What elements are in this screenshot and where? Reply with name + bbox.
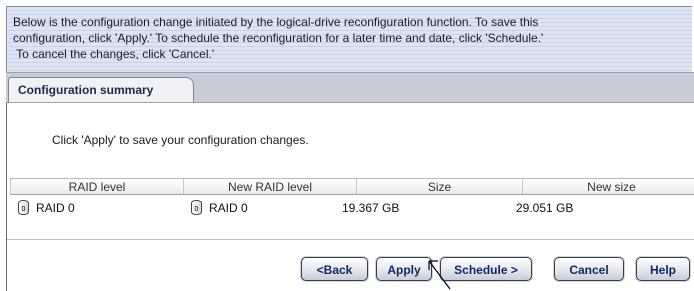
raid-icon-label: 0: [194, 206, 199, 213]
column-header-raid-level[interactable]: RAID level: [10, 178, 183, 195]
info-line: To cancel the changes, click 'Cancel.': [13, 47, 215, 61]
cancel-button[interactable]: Cancel: [554, 257, 624, 281]
back-button[interactable]: <Back: [301, 257, 368, 281]
mouse-pointer-icon: [428, 260, 451, 290]
divider: [7, 239, 694, 240]
raid-icon-label: 0: [21, 206, 26, 213]
tab-configuration-summary[interactable]: Configuration summary: [8, 77, 194, 103]
column-header-new-size[interactable]: New size: [522, 178, 694, 195]
cell-raid-level: RAID 0: [36, 201, 75, 215]
cell-size: 19.367 GB: [342, 201, 400, 215]
disk-drive-icon: 0: [18, 200, 29, 215]
schedule-button[interactable]: Schedule >: [440, 257, 532, 281]
table-header: RAID level New RAID level Size New size: [10, 178, 694, 195]
info-line: Below is the configuration change initia…: [13, 15, 539, 29]
cell-new-size: 29.051 GB: [516, 201, 574, 215]
column-header-size[interactable]: Size: [356, 178, 522, 195]
info-line: configuration, click 'Apply.' To schedul…: [13, 31, 544, 45]
cell-new-raid-level: RAID 0: [209, 201, 248, 215]
help-button[interactable]: Help: [636, 257, 690, 281]
table-row[interactable]: 0 RAID 0 0 RAID 0 19.367 GB 29.051 GB: [10, 199, 694, 219]
apply-button[interactable]: Apply: [376, 257, 432, 281]
column-header-new-raid-level[interactable]: New RAID level: [183, 178, 356, 195]
apply-prompt: Click 'Apply' to save your configuration…: [52, 133, 309, 147]
tab-strip: Configuration summary: [6, 72, 694, 103]
disk-drive-icon: 0: [191, 200, 202, 215]
info-message: Below is the configuration change initia…: [6, 6, 692, 72]
